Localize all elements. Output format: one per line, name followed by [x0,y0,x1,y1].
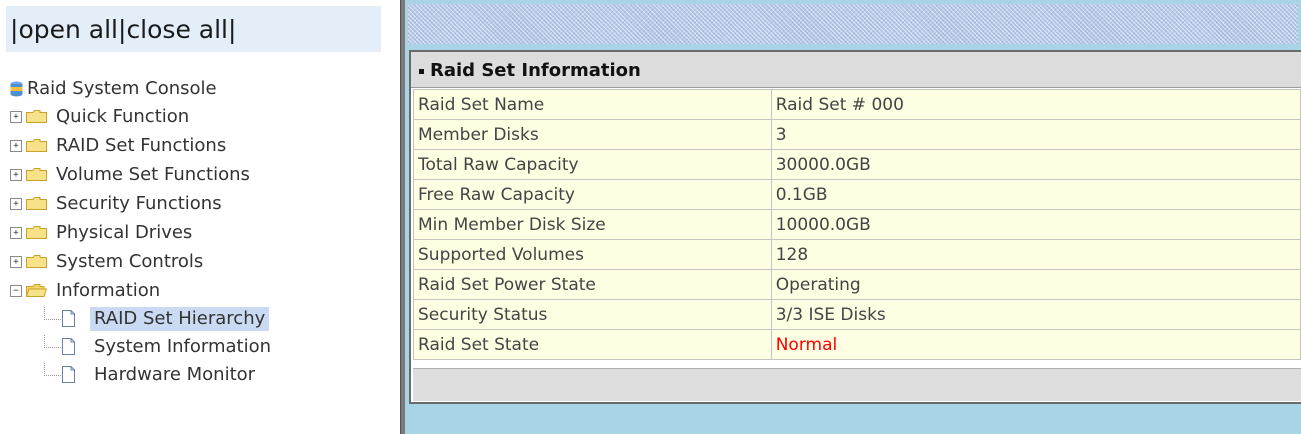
row-value: 30000.0GB [770,149,1301,180]
expand-plus-icon[interactable]: + [10,198,22,210]
table-row: Supported Volumes 128 [413,239,1301,270]
folder-icon [26,110,47,123]
tree-item-label: RAID Set Functions [56,135,227,156]
header-banner [408,4,1298,44]
document-icon [62,310,75,327]
panel-footer [413,368,1301,401]
document-icon [62,338,75,355]
row-value: 0.1GB [770,179,1301,210]
raid-set-info-panel: Raid Set Information Raid Set Name Raid S… [409,50,1301,404]
row-value: 128 [770,239,1301,270]
navigation-frame: |open all|close all| Raid System Console… [0,0,400,434]
expand-plus-icon[interactable]: + [10,140,22,152]
tree-item-label: Security Functions [56,193,222,214]
folder-icon [26,255,47,268]
row-label: Free Raw Capacity [413,179,772,210]
expand-plus-icon[interactable]: + [10,256,22,268]
collapse-minus-icon[interactable]: − [10,285,22,297]
table-row: Raid Set Name Raid Set # 000 [413,89,1301,120]
folder-icon [26,226,47,239]
tree-child-label: RAID Set Hierarchy [90,307,270,331]
row-value: Raid Set # 000 [770,89,1301,120]
tree-item-label: Volume Set Functions [56,164,250,185]
table-row: Raid Set Power State Operating [413,269,1301,300]
row-value: Operating [770,269,1301,300]
row-value: 3 [770,119,1301,150]
row-value: 10000.0GB [770,209,1301,240]
row-label: Raid Set State [413,329,772,360]
tree-item-label: Information [56,280,161,301]
tree-item-label: Physical Drives [56,222,193,243]
tree-connector [44,307,61,320]
row-label: Total Raw Capacity [413,149,772,180]
table-row: Total Raw Capacity 30000.0GB [413,149,1301,180]
bullet-icon [419,68,424,74]
panel-header: Raid Set Information [411,52,1301,88]
document-icon [62,366,75,383]
tree-connector [44,335,61,348]
raid-set-info-table: Raid Set Name Raid Set # 000 Member Disks 3… [413,89,1301,360]
row-value: 3/3 ISE Disks [770,299,1301,330]
content-frame: Raid Set Information Raid Set Name Raid S… [405,0,1301,434]
database-icon [10,81,23,97]
open-all-link[interactable]: open all [18,15,118,44]
expand-plus-icon[interactable]: + [10,111,22,123]
close-all-link[interactable]: close all [126,15,228,44]
row-label: Member Disks [413,119,772,150]
row-label: Raid Set Name [413,89,772,120]
tree-item-label: System Controls [56,251,204,272]
panel-title: Raid Set Information [430,60,641,81]
tree-child-label: System Information [94,336,272,357]
folder-icon [26,197,47,210]
table-row: Raid Set State Normal [413,329,1301,360]
table-row: Min Member Disk Size 10000.0GB [413,209,1301,240]
folder-icon [26,139,47,152]
row-label: Min Member Disk Size [413,209,772,240]
table-row: Free Raw Capacity 0.1GB [413,179,1301,210]
row-value: Normal [770,329,1301,360]
tree-connector [44,363,61,376]
expand-plus-icon[interactable]: + [10,227,22,239]
row-label: Supported Volumes [413,239,772,270]
tree-item-label: Quick Function [56,106,190,127]
row-label: Raid Set Power State [413,269,772,300]
table-row: Member Disks 3 [413,119,1301,150]
folder-icon [26,168,47,181]
table-row: Security Status 3/3 ISE Disks [413,299,1301,330]
tree-root-label: Raid System Console [27,78,217,99]
tree-child-label: Hardware Monitor [94,364,256,385]
row-label: Security Status [413,299,772,330]
open-folder-icon [26,284,47,297]
expand-plus-icon[interactable]: + [10,169,22,181]
expand-collapse-bar: |open all|close all| [6,6,381,52]
